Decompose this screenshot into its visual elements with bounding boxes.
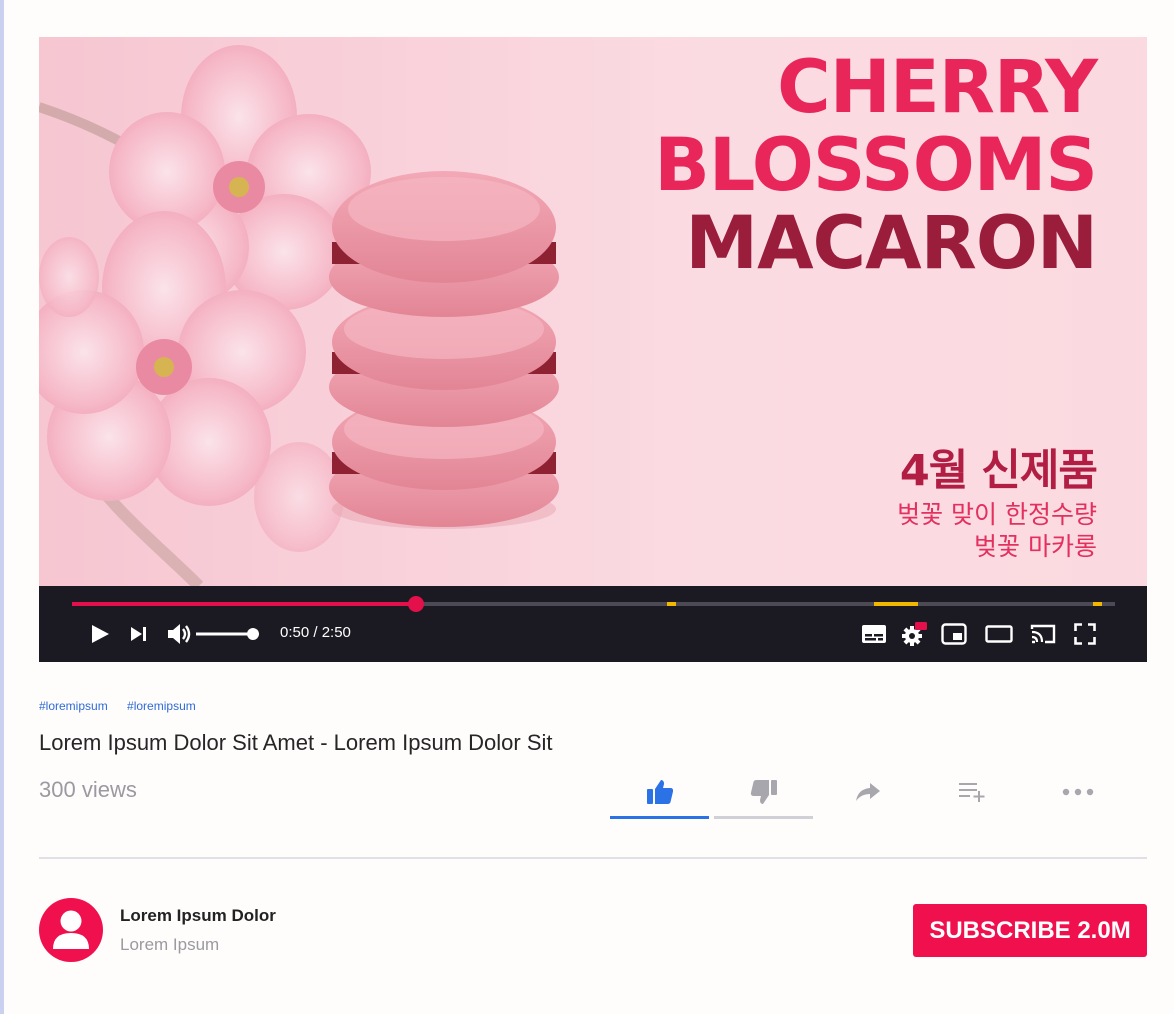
settings-hd-icon[interactable] xyxy=(901,622,927,646)
cast-icon[interactable] xyxy=(1029,622,1057,646)
thumbnail-korean-line: 4월 신제품 xyxy=(899,446,1098,496)
next-icon[interactable] xyxy=(129,622,149,646)
add-to-playlist-button[interactable] xyxy=(952,770,992,814)
thumbnail-korean-line: 벚꽃 맞이 한정수량 xyxy=(897,500,1097,529)
progress-fill xyxy=(72,602,417,606)
play-icon[interactable] xyxy=(89,622,111,646)
volume-slider[interactable] xyxy=(196,622,261,646)
subscribe-button[interactable]: SUBSCRIBE 2.0M xyxy=(913,904,1147,957)
user-icon xyxy=(53,910,89,949)
macaron-stack xyxy=(329,171,559,529)
captions-icon[interactable] xyxy=(861,622,887,646)
theater-icon[interactable] xyxy=(985,622,1013,646)
channel-name[interactable]: Lorem Ipsum Dolor xyxy=(120,906,276,926)
like-ratio-bar-dislikes xyxy=(714,816,813,819)
divider xyxy=(39,857,1147,859)
time-display: 0:50 / 2:50 xyxy=(280,624,351,641)
more-options-button[interactable] xyxy=(1058,770,1098,814)
dislike-button[interactable] xyxy=(714,770,814,814)
ad-marker xyxy=(667,602,676,606)
thumbnail-title-line: CHERRY xyxy=(777,45,1098,130)
video-title: Lorem Ipsum Dolor Sit Amet - Lorem Ipsum… xyxy=(39,730,553,755)
volume-icon[interactable] xyxy=(167,622,193,646)
more-icon xyxy=(1062,788,1094,796)
like-ratio-bar-likes xyxy=(610,816,709,819)
hashtag-link[interactable]: #loremipsum xyxy=(39,699,108,713)
hashtag-link[interactable]: #loremipsum xyxy=(127,699,196,713)
progress-scrubber[interactable] xyxy=(408,596,425,612)
video-player[interactable]: CHERRY BLOSSOMS MACARON 4월 신제품 벚꽃 맞이 한정수… xyxy=(39,37,1147,662)
add-to-playlist-icon xyxy=(959,783,985,802)
hashtags: #loremipsum #loremipsum xyxy=(39,699,212,713)
ad-marker xyxy=(1093,602,1102,606)
like-button[interactable] xyxy=(610,770,710,814)
like-icon xyxy=(647,780,674,804)
progress-bar[interactable] xyxy=(72,596,1115,612)
player-controls: 0:50 / 2:50 xyxy=(39,586,1147,662)
channel-avatar[interactable] xyxy=(39,898,103,962)
view-count: 300 views xyxy=(39,777,137,802)
video-thumbnail[interactable]: CHERRY BLOSSOMS MACARON 4월 신제품 벚꽃 맞이 한정수… xyxy=(39,37,1147,586)
thumbnail-korean-line: 벚꽃 마카롱 xyxy=(974,532,1097,561)
page: CHERRY BLOSSOMS MACARON 4월 신제품 벚꽃 맞이 한정수… xyxy=(4,0,1174,1014)
thumbnail-title-line: BLOSSOMS xyxy=(654,123,1098,208)
ad-marker xyxy=(874,602,918,606)
share-icon xyxy=(856,783,880,801)
thumbnail-korean-text: 4월 신제품 벚꽃 맞이 한정수량 벚꽃 마카롱 xyxy=(897,443,1098,563)
miniplayer-icon[interactable] xyxy=(941,622,967,646)
fullscreen-icon[interactable] xyxy=(1073,622,1097,646)
dislike-icon xyxy=(750,780,777,804)
channel-subtitle: Lorem Ipsum xyxy=(120,935,220,954)
thumbnail-title: CHERRY BLOSSOMS MACARON xyxy=(654,45,1098,286)
thumbnail-title-line: MACARON xyxy=(685,201,1098,286)
share-button[interactable] xyxy=(848,770,888,814)
